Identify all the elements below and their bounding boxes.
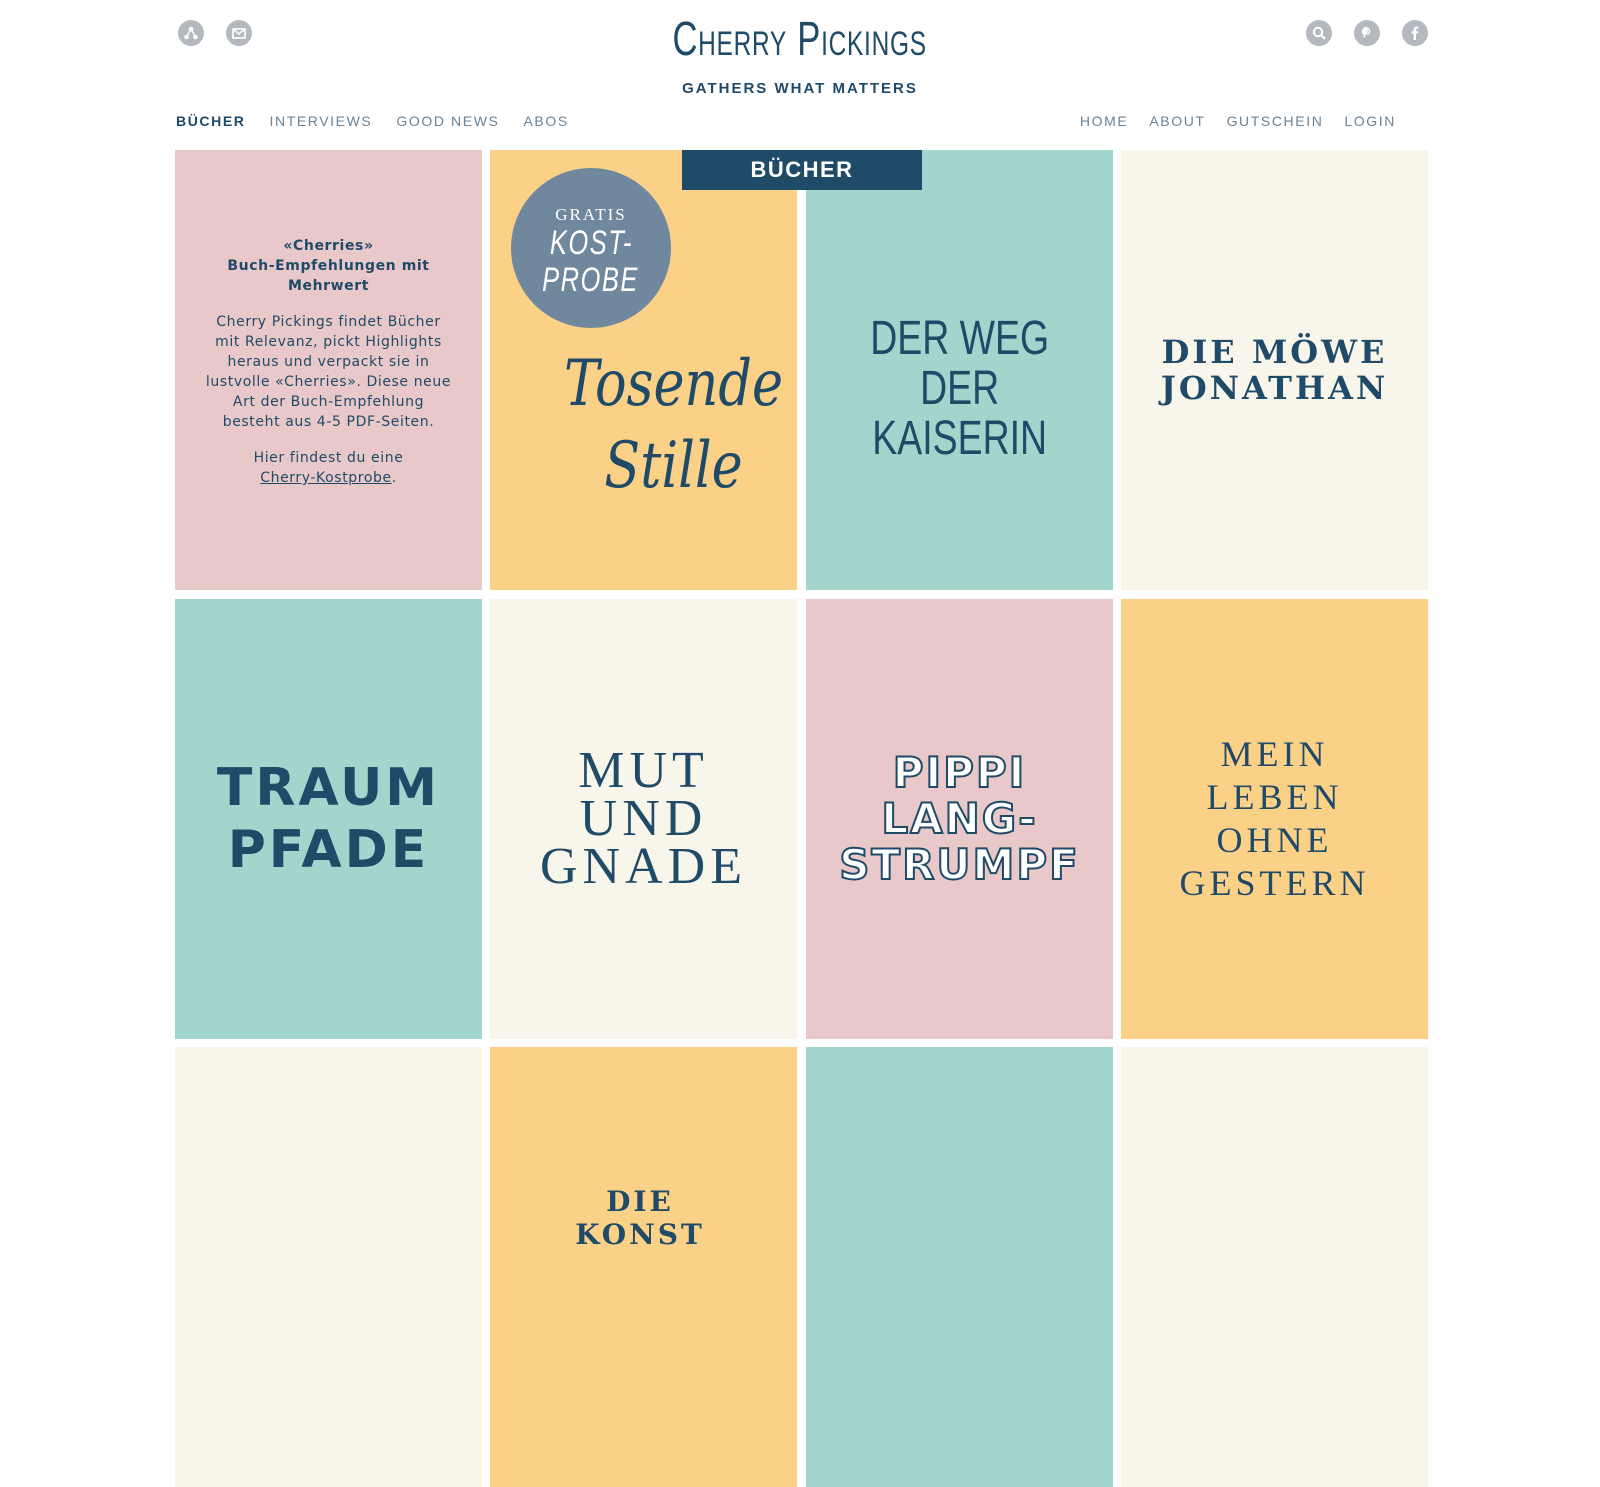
nav-item-login[interactable]: LOGIN [1344,113,1396,129]
nav-item-home[interactable]: HOME [1080,113,1128,129]
brand-tagline: GATHERS WHAT MATTERS [682,80,918,97]
section-title-tab: BÜCHER [682,150,922,190]
nav-item-good-news[interactable]: GOOD NEWS [396,113,499,129]
badge-line2: KOST- [549,224,633,262]
nav-item-gutschein[interactable]: GUTSCHEIN [1227,113,1324,129]
book-tile-row3-2[interactable] [490,1047,797,1487]
badge-line1: GRATIS [555,205,627,224]
nav-item-about[interactable]: ABOUT [1149,113,1205,129]
secondary-nav: HOME ABOUT GUTSCHEIN LOGIN [1080,113,1396,129]
book-title: DER WEG DER KAISERIN [870,312,1049,465]
book-tile-row3-3[interactable] [806,1047,1113,1487]
intro-tile: «Cherries» Buch-Empfehlungen mit Mehrwer… [175,150,482,590]
intro-heading-line1: «Cherries» [283,238,374,254]
book-tile-die-moewe-jonathan[interactable]: DIE MÖWE JONATHAN [1121,150,1428,590]
book-title: MEIN LEBEN OHNE GESTERN [1179,734,1370,903]
book-tile-der-weg-der-kaiserin[interactable]: DER WEG DER KAISERIN [806,150,1113,590]
book-tile-mein-leben-ohne-gestern[interactable]: MEIN LEBEN OHNE GESTERN [1121,599,1428,1039]
intro-link-prefix: Hier findest du eine [253,450,404,466]
main-nav: BÜCHER INTERVIEWS GOOD NEWS ABOS [176,113,569,129]
book-tile-pippi-langstrumpf[interactable]: PIPPI LANG- STRUMPF [806,599,1113,1039]
intro-link-suffix: . [391,470,397,486]
brand-header: Cherry Pickings GATHERS WHAT MATTERS [0,12,1600,97]
nav-item-interviews[interactable]: INTERVIEWS [270,113,373,129]
book-tile-traum-pfade[interactable]: TRAUM PFADE [175,599,482,1039]
book-title: MUT UND GNADE [540,742,747,895]
badge-line3: PROBE [542,261,640,299]
nav-item-buecher[interactable]: BÜCHER [176,113,246,129]
intro-link-line: Hier findest du eine Cherry-Kostprobe. [254,448,404,488]
book-tile-mut-und-gnade[interactable]: MUT UND GNADE [490,599,797,1039]
intro-body: Cherry Pickings findet Bücher mit Releva… [205,314,452,430]
book-tile-row3-4[interactable] [1121,1047,1428,1487]
book-title: PIPPI LANG- STRUMPF [838,748,1080,889]
free-sample-badge[interactable]: GRATIS KOST- PROBE [511,168,671,328]
intro-heading: «Cherries» Buch-Empfehlungen mit Mehrwer… [203,236,454,296]
intro-heading-line2: Buch-Empfehlungen mit Mehrwert [227,258,430,294]
brand-title[interactable]: Cherry Pickings [673,12,927,68]
book-title: TRAUM PFADE [216,758,441,880]
book-title: DIE MÖWE JONATHAN [1160,333,1389,407]
nav-item-abos[interactable]: ABOS [523,113,568,129]
partial-book-title: DIE KONST [575,1185,705,1251]
book-tile-row3-1[interactable] [175,1047,482,1487]
book-title: Tosende Stille [564,347,783,503]
kostprobe-link[interactable]: Cherry-Kostprobe [260,470,391,486]
